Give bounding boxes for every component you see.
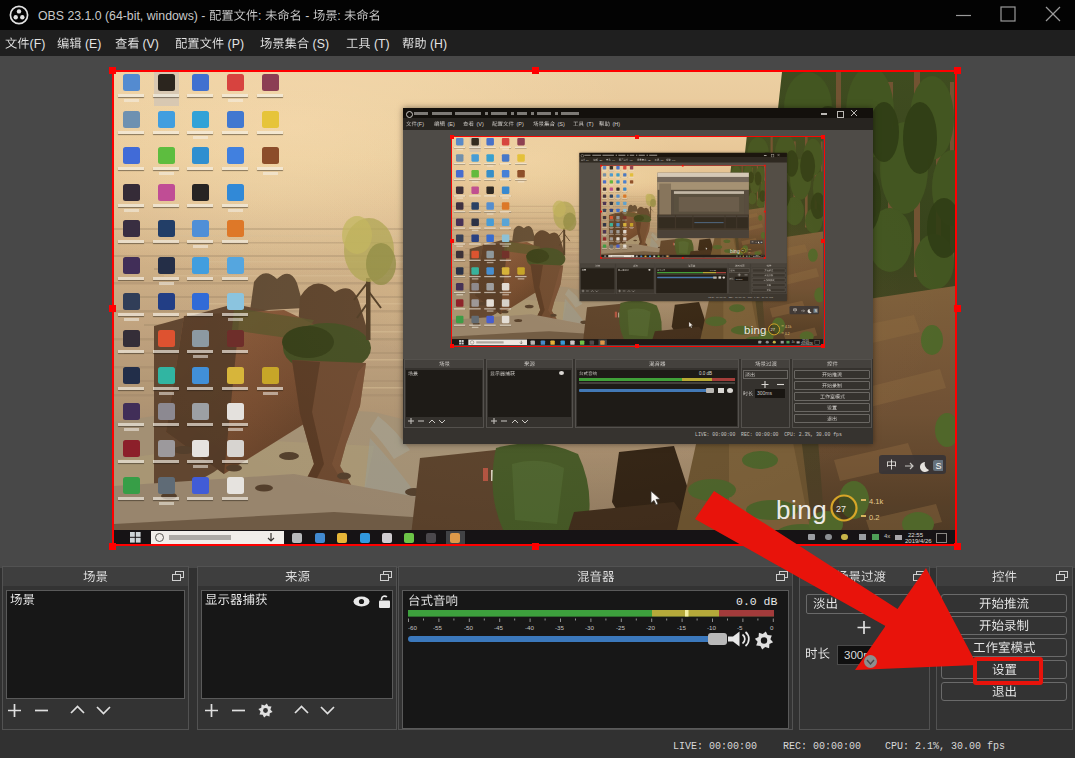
svg-text:-40: -40 (525, 624, 535, 631)
svg-text:-30: -30 (585, 624, 595, 631)
svg-text:-55: -55 (433, 624, 443, 631)
svg-text:-25: -25 (616, 624, 626, 631)
svg-text:-60: -60 (408, 624, 418, 631)
svg-text:-45: -45 (494, 624, 504, 631)
svg-text:-35: -35 (555, 624, 565, 631)
svg-text:-50: -50 (464, 624, 474, 631)
